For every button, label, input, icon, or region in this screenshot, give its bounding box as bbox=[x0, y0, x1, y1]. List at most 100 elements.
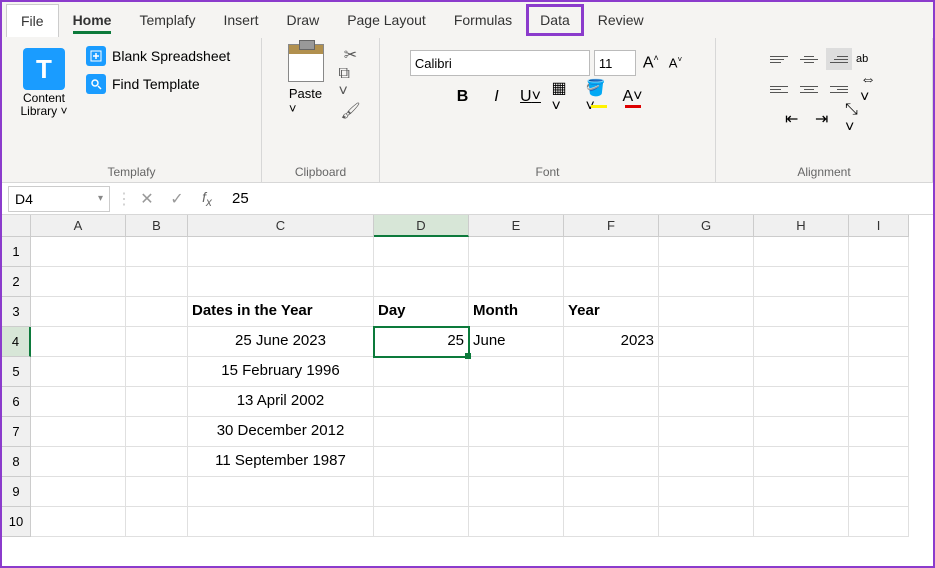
cell-G4[interactable] bbox=[659, 327, 754, 357]
cell-F4[interactable]: 2023 bbox=[564, 327, 659, 357]
cell-A10[interactable] bbox=[31, 507, 126, 537]
cell-A5[interactable] bbox=[31, 357, 126, 387]
tab-review[interactable]: Review bbox=[584, 4, 658, 36]
cell-I3[interactable] bbox=[849, 297, 909, 327]
spreadsheet-grid[interactable]: A B C D E F G H I 1 2 3Dates in the Year… bbox=[2, 215, 933, 537]
fx-button[interactable]: fx bbox=[192, 189, 222, 209]
tab-insert[interactable]: Insert bbox=[210, 4, 273, 36]
row-header-3[interactable]: 3 bbox=[2, 297, 31, 327]
cell-F5[interactable] bbox=[564, 357, 659, 387]
name-box[interactable]: D4▾ bbox=[8, 186, 110, 212]
underline-button[interactable]: U ˅ bbox=[518, 84, 544, 110]
cell-E1[interactable] bbox=[469, 237, 564, 267]
cell-B10[interactable] bbox=[126, 507, 188, 537]
align-center-button[interactable] bbox=[796, 78, 822, 100]
paste-button[interactable]: Paste˅ bbox=[279, 44, 333, 162]
cell-G3[interactable] bbox=[659, 297, 754, 327]
cell-H10[interactable] bbox=[754, 507, 849, 537]
cell-A6[interactable] bbox=[31, 387, 126, 417]
font-name-select[interactable] bbox=[410, 50, 590, 76]
cell-H5[interactable] bbox=[754, 357, 849, 387]
cell-H2[interactable] bbox=[754, 267, 849, 297]
cell-E7[interactable] bbox=[469, 417, 564, 447]
confirm-formula-button[interactable]: ✓ bbox=[162, 189, 192, 209]
align-right-button[interactable] bbox=[826, 78, 852, 100]
cell-B1[interactable] bbox=[126, 237, 188, 267]
borders-button[interactable]: ▦ ˅ bbox=[552, 84, 578, 110]
cell-H1[interactable] bbox=[754, 237, 849, 267]
cell-B3[interactable] bbox=[126, 297, 188, 327]
orientation-button[interactable]: ⤡ ˅ bbox=[841, 108, 867, 130]
cell-F8[interactable] bbox=[564, 447, 659, 477]
cell-I6[interactable] bbox=[849, 387, 909, 417]
cell-A2[interactable] bbox=[31, 267, 126, 297]
col-header-H[interactable]: H bbox=[754, 215, 849, 237]
cell-C10[interactable] bbox=[188, 507, 374, 537]
font-color-button[interactable]: A ˅ bbox=[620, 84, 646, 110]
cell-E5[interactable] bbox=[469, 357, 564, 387]
cell-E10[interactable] bbox=[469, 507, 564, 537]
cell-C8[interactable]: 11 September 1987 bbox=[188, 447, 374, 477]
cell-D2[interactable] bbox=[374, 267, 469, 297]
cell-B2[interactable] bbox=[126, 267, 188, 297]
cell-G8[interactable] bbox=[659, 447, 754, 477]
find-template-button[interactable]: Find Template bbox=[86, 74, 230, 94]
cell-C6[interactable]: 13 April 2002 bbox=[188, 387, 374, 417]
tab-file[interactable]: File bbox=[6, 4, 59, 37]
align-left-button[interactable] bbox=[766, 78, 792, 100]
cell-C7[interactable]: 30 December 2012 bbox=[188, 417, 374, 447]
cell-C1[interactable] bbox=[188, 237, 374, 267]
cell-D8[interactable] bbox=[374, 447, 469, 477]
row-header-6[interactable]: 6 bbox=[2, 387, 31, 417]
cell-B6[interactable] bbox=[126, 387, 188, 417]
cell-I10[interactable] bbox=[849, 507, 909, 537]
cell-F7[interactable] bbox=[564, 417, 659, 447]
align-top-button[interactable] bbox=[766, 48, 792, 70]
row-header-2[interactable]: 2 bbox=[2, 267, 31, 297]
decrease-font-button[interactable]: A˅ bbox=[666, 55, 685, 70]
cell-B8[interactable] bbox=[126, 447, 188, 477]
cell-D9[interactable] bbox=[374, 477, 469, 507]
cell-I5[interactable] bbox=[849, 357, 909, 387]
cell-A9[interactable] bbox=[31, 477, 126, 507]
cell-G7[interactable] bbox=[659, 417, 754, 447]
italic-button[interactable]: I bbox=[484, 84, 510, 110]
cell-C3[interactable]: Dates in the Year bbox=[188, 297, 374, 327]
cell-B5[interactable] bbox=[126, 357, 188, 387]
tab-formulas[interactable]: Formulas bbox=[440, 4, 526, 36]
cell-A4[interactable] bbox=[31, 327, 126, 357]
select-all-corner[interactable] bbox=[2, 215, 31, 237]
cut-button[interactable]: ✂ bbox=[339, 44, 363, 66]
cell-I1[interactable] bbox=[849, 237, 909, 267]
tab-data[interactable]: Data bbox=[526, 4, 584, 36]
tab-home[interactable]: Home bbox=[59, 4, 126, 36]
cell-E3[interactable]: Month bbox=[469, 297, 564, 327]
cell-G1[interactable] bbox=[659, 237, 754, 267]
blank-spreadsheet-button[interactable]: Blank Spreadsheet bbox=[86, 46, 230, 66]
col-header-C[interactable]: C bbox=[188, 215, 374, 237]
cell-H6[interactable] bbox=[754, 387, 849, 417]
cell-I4[interactable] bbox=[849, 327, 909, 357]
cancel-formula-button[interactable]: ✕ bbox=[132, 189, 162, 209]
cell-D7[interactable] bbox=[374, 417, 469, 447]
cell-E8[interactable] bbox=[469, 447, 564, 477]
cell-E2[interactable] bbox=[469, 267, 564, 297]
cell-I2[interactable] bbox=[849, 267, 909, 297]
cell-H7[interactable] bbox=[754, 417, 849, 447]
wrap-text-button[interactable]: ab bbox=[856, 48, 882, 70]
cell-D3[interactable]: Day bbox=[374, 297, 469, 327]
row-header-4[interactable]: 4 bbox=[2, 327, 31, 357]
cell-G5[interactable] bbox=[659, 357, 754, 387]
cell-I8[interactable] bbox=[849, 447, 909, 477]
col-header-B[interactable]: B bbox=[126, 215, 188, 237]
cell-F10[interactable] bbox=[564, 507, 659, 537]
cell-D10[interactable] bbox=[374, 507, 469, 537]
cell-H3[interactable] bbox=[754, 297, 849, 327]
cell-A7[interactable] bbox=[31, 417, 126, 447]
col-header-I[interactable]: I bbox=[849, 215, 909, 237]
tab-page-layout[interactable]: Page Layout bbox=[333, 4, 440, 36]
cell-B4[interactable] bbox=[126, 327, 188, 357]
cell-G9[interactable] bbox=[659, 477, 754, 507]
cell-A8[interactable] bbox=[31, 447, 126, 477]
cell-E6[interactable] bbox=[469, 387, 564, 417]
